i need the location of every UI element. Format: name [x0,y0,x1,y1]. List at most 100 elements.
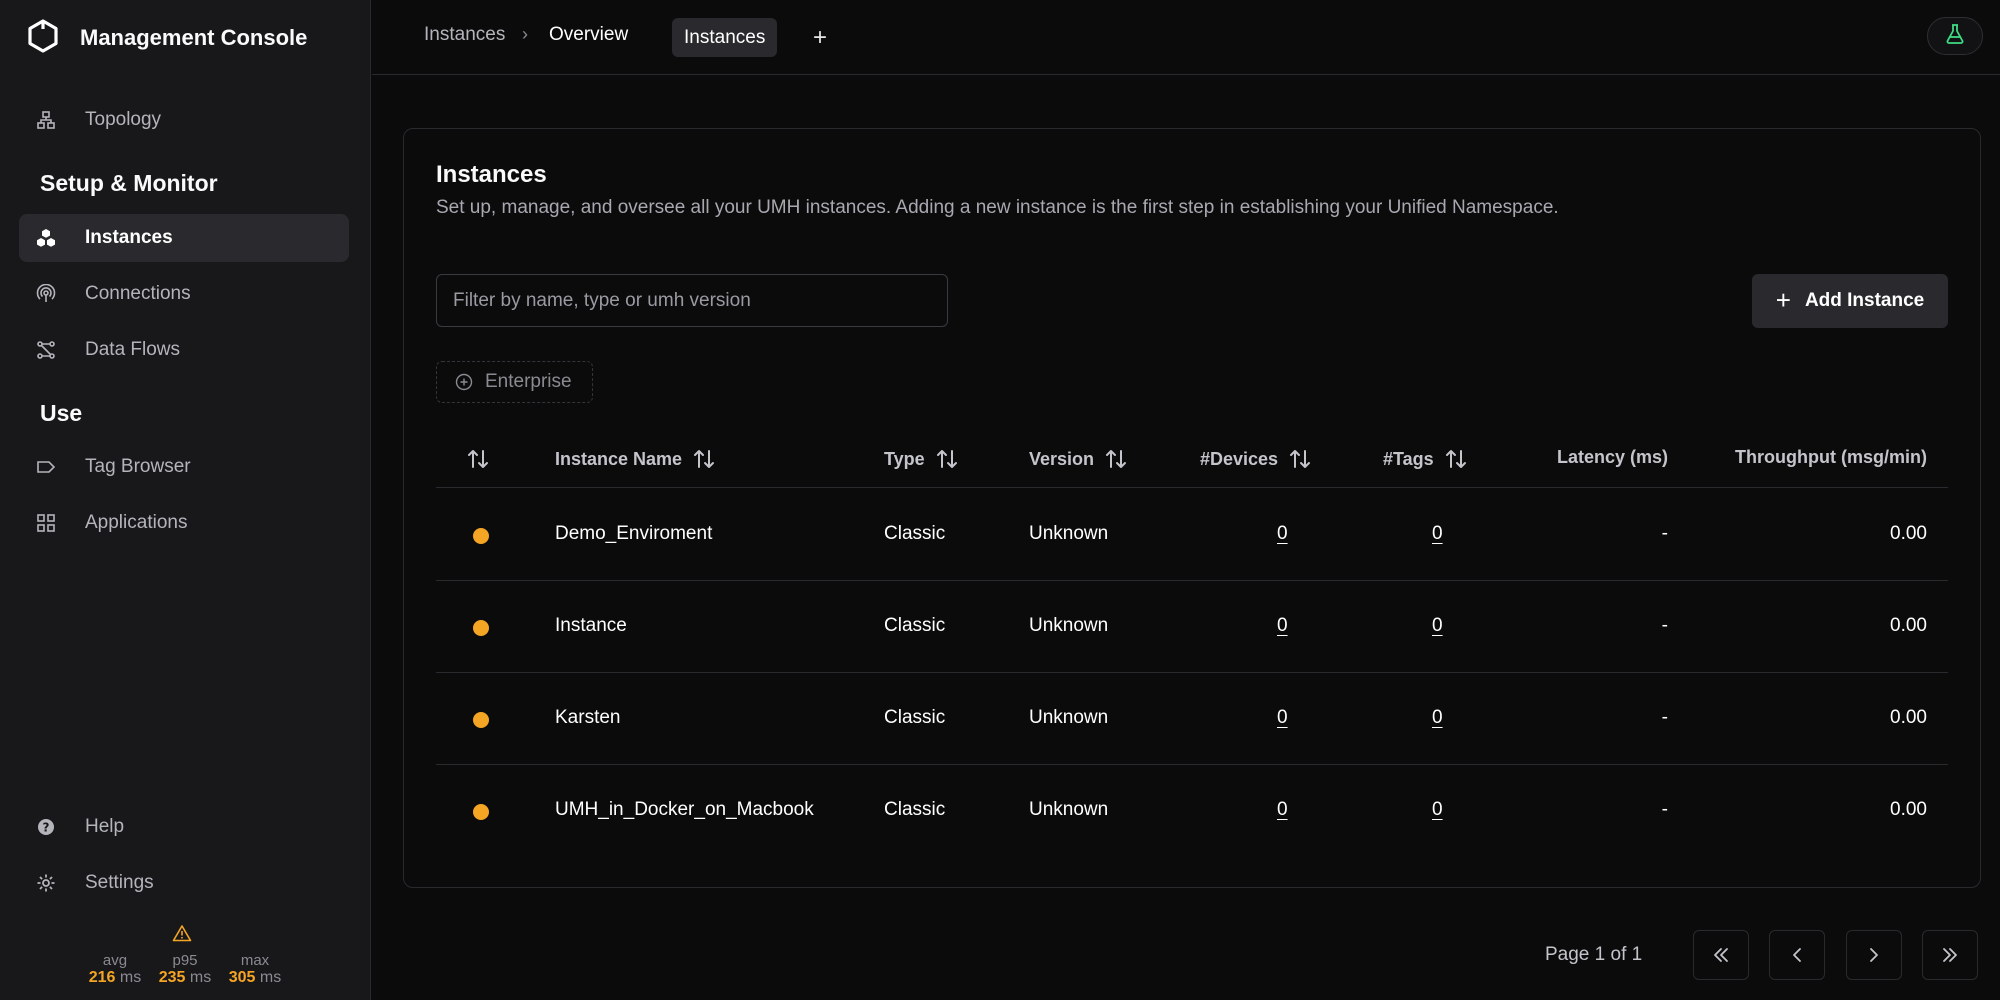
chevron-right-icon [1870,948,1878,962]
throughput-value: 0.00 [1890,707,1927,728]
app-title: Management Console [80,25,308,50]
devices-count[interactable]: 0 [1277,523,1288,545]
tags-count[interactable]: 0 [1432,615,1443,637]
filter-input[interactable] [436,274,948,327]
sort-icon [694,450,715,468]
instance-name: UMH_in_Docker_on_Macbook [555,799,814,820]
add-instance-button[interactable]: + Add Instance [1752,274,1948,328]
chevrons-right-icon [1943,948,1957,962]
add-tab-button[interactable]: + [804,18,836,57]
cubes-icon [35,227,57,249]
instance-name: Demo_Enviroment [555,523,713,544]
add-instance-label: Add Instance [1804,290,1925,311]
col-throughput: Throughput (msg/min) [1735,447,1927,467]
lab-button[interactable] [1927,17,1983,55]
instance-name: Karsten [555,707,621,728]
tags-count[interactable]: 0 [1432,523,1443,545]
col-instance-name[interactable]: Instance Name [555,447,716,471]
sidebar-item-data-flows[interactable]: Data Flows [19,326,349,374]
grid-icon [35,512,57,534]
help-icon: ? [35,816,57,838]
breadcrumb-separator: › [522,24,528,44]
section-use: Use [40,400,83,426]
throughput-value: 0.00 [1890,799,1927,820]
breadcrumb-instances[interactable]: Instances [424,24,505,46]
sort-icon [1445,450,1466,468]
svg-text:?: ? [43,821,50,835]
table-row[interactable]: UMH_in_Docker_on_Macbook Classic Unknown… [436,765,1948,857]
logo-hexagon-icon [26,18,60,59]
latency-avg: avg 216 ms [88,952,142,986]
last-page-button[interactable] [1922,930,1978,980]
table-header: Instance Name Type Version #Devices #Tag… [436,429,1948,488]
latency-p95: p95 235 ms [158,952,212,986]
sidebar-item-label: Help [85,816,125,837]
sidebar-item-help[interactable]: ? Help [19,803,349,851]
tab-instances[interactable]: Instances [672,18,778,57]
sort-icon [1290,450,1311,468]
instance-type: Classic [884,615,946,636]
tags-count[interactable]: 0 [1432,707,1443,729]
page-title: Instances [436,161,547,188]
instance-type: Classic [884,523,946,544]
instance-version: Unknown [1029,523,1109,544]
page-info: Page 1 of 1 [1545,944,1643,965]
sidebar-item-settings[interactable]: Settings [19,859,349,907]
sidebar-item-tag-browser[interactable]: Tag Browser [19,443,349,491]
col-tags[interactable]: #Tags [1383,447,1468,471]
devices-count[interactable]: 0 [1277,799,1288,821]
tags-count[interactable]: 0 [1432,799,1443,821]
latency-value: - [1661,523,1668,544]
chevron-left-icon [1793,948,1801,962]
sort-status-button[interactable] [456,447,490,471]
sidebar-item-label: Tag Browser [85,456,191,477]
sidebar-item-connections[interactable]: Connections [19,270,349,318]
sidebar-item-instances[interactable]: Instances [19,214,349,262]
devices-count[interactable]: 0 [1277,615,1288,637]
table-row[interactable]: Instance Classic Unknown 0 0 - 0.00 [436,581,1948,673]
col-version[interactable]: Version [1029,447,1128,471]
sidebar-item-topology[interactable]: Topology [19,96,349,144]
sidebar-item-label: Topology [85,109,162,130]
sidebar-item-label: Instances [85,227,173,248]
tag-icon [35,456,57,478]
flask-icon [1943,22,1967,51]
instances-card: Instances Set up, manage, and oversee al… [403,128,1981,888]
topology-icon [35,109,57,131]
sidebar: Management Console Topology Setup & Moni… [0,0,371,1000]
brand[interactable]: Management Console [26,18,307,58]
col-latency: Latency (ms) [1556,447,1668,467]
sidebar-item-applications[interactable]: Applications [19,499,349,547]
first-page-button[interactable] [1693,930,1749,980]
previous-page-button[interactable] [1769,930,1825,980]
next-page-button[interactable] [1846,930,1902,980]
instance-version: Unknown [1029,707,1109,728]
throughput-value: 0.00 [1890,523,1927,544]
table-row[interactable]: Demo_Enviroment Classic Unknown 0 0 - 0.… [436,489,1948,581]
sort-icon [1106,450,1127,468]
sort-icon [936,450,957,468]
instance-name: Instance [555,615,627,636]
instance-type: Classic [884,799,946,820]
enterprise-chip-label: Enterprise [485,371,572,392]
sidebar-item-label: Applications [85,512,188,533]
col-devices[interactable]: #Devices [1200,447,1312,471]
throughput-value: 0.00 [1890,615,1927,636]
table-row[interactable]: Karsten Classic Unknown 0 0 - 0.00 [436,673,1948,765]
enterprise-filter-chip[interactable]: Enterprise [436,361,593,403]
sidebar-item-label: Data Flows [85,339,181,360]
flow-icon [35,339,57,361]
status-dot [473,528,489,544]
topbar: Instances › Overview Instances + [372,0,2000,75]
breadcrumb-overview[interactable]: Overview [549,24,628,46]
sidebar-item-label: Connections [85,283,191,304]
page-description: Set up, manage, and oversee all your UMH… [436,197,1559,218]
warning-icon [172,924,192,942]
col-type[interactable]: Type [884,447,959,471]
devices-count[interactable]: 0 [1277,707,1288,729]
chevrons-left-icon [1714,948,1728,962]
latency-max: max 305 ms [228,952,282,986]
broadcast-icon [35,283,57,305]
section-setup-monitor: Setup & Monitor [40,170,218,196]
instance-version: Unknown [1029,615,1109,636]
